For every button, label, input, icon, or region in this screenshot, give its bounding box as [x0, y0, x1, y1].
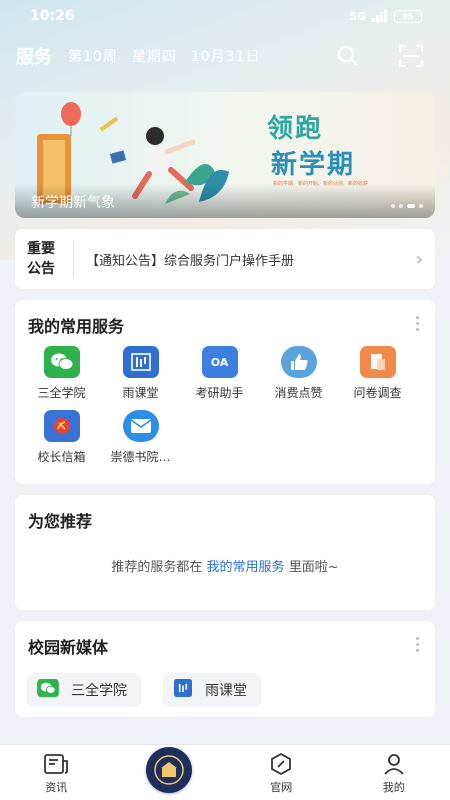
tab-label: 官网 [270, 780, 293, 794]
service-label: 三全学院 [37, 386, 86, 400]
rain-classroom-icon [173, 679, 193, 701]
banner-pagination [391, 204, 423, 208]
service-label: 校长信箱 [37, 450, 86, 464]
tab-home-emblem[interactable] [129, 746, 209, 793]
survey-icon [359, 346, 396, 378]
service-label: 问卷调查 [353, 386, 402, 400]
service-label: 雨课堂 [122, 386, 159, 400]
thumbs-up-icon [280, 346, 317, 378]
media-item-label: 三全学院 [71, 683, 127, 699]
mail-icon [122, 410, 159, 442]
wechat-icon [37, 679, 59, 701]
service-label: 消费点赞 [274, 386, 323, 400]
more-icon[interactable] [416, 316, 419, 331]
tab-label: 我的 [382, 780, 405, 794]
pagination-dot [391, 204, 395, 208]
service-item-xiaofei[interactable]: 消费点赞 [259, 346, 338, 410]
battery-level: 95 [402, 11, 414, 21]
more-icon[interactable] [416, 637, 419, 652]
search-icon[interactable] [336, 44, 360, 68]
service-label: 崇德书院… [110, 450, 171, 464]
banner-caption: 新学期新气象 [31, 195, 115, 211]
recommend-card: 为您推荐 推荐的服务都在 我的常用服务 里面啦~ [15, 495, 435, 610]
common-services-grid: 三全学院 雨课堂 OA 考研助手 消费点赞 问卷调查 校长信箱 崇德书院… [22, 346, 422, 474]
status-bar: 10:26 5G 95 [0, 0, 450, 32]
network-label: 5G [349, 9, 366, 23]
weekday-label: 星期四 [131, 49, 177, 65]
page-header: 服务 第10周 星期四 10月31日 [0, 38, 450, 74]
banner-slogan-line1: 领跑 [267, 114, 324, 144]
service-item-survey[interactable]: 问卷调查 [338, 346, 417, 410]
pagination-dot-active [407, 204, 415, 208]
week-label: 第10周 [68, 49, 118, 65]
school-emblem-icon [145, 746, 192, 793]
recommend-title: 为您推荐 [28, 512, 93, 531]
service-item-chongde[interactable]: 崇德书院… [101, 410, 180, 474]
notice-text[interactable]: 【通知公告】综合服务门户操作手册 [86, 250, 416, 269]
chevron-right-icon: › [415, 248, 423, 270]
pagination-dot [399, 204, 403, 208]
notice-bar[interactable]: 重要公告 【通知公告】综合服务门户操作手册 › [15, 229, 435, 289]
rain-classroom-icon [122, 346, 159, 378]
tab-official-site[interactable]: 官网 [241, 751, 321, 795]
service-item-rain-classroom[interactable]: 雨课堂 [101, 346, 180, 410]
media-item-sanquan[interactable]: 三全学院 [27, 673, 141, 707]
tab-profile[interactable]: 我的 [354, 751, 434, 795]
service-item-sanquan[interactable]: 三全学院 [22, 346, 101, 410]
recommend-text-before: 推荐的服务都在 [111, 560, 203, 575]
news-icon [43, 751, 69, 777]
profile-icon [382, 751, 406, 777]
service-label: 考研助手 [195, 386, 244, 400]
notice-tag: 重要公告 [27, 241, 55, 277]
bottom-tab-bar: 资讯 官网 我的 [0, 744, 450, 800]
tab-label: 资讯 [45, 780, 68, 794]
status-icons: 5G 95 [349, 9, 422, 23]
banner-slogan-line2: 新学期 [271, 150, 356, 180]
campus-media-card: 校园新媒体 三全学院 雨课堂 [15, 621, 435, 717]
campus-media-title: 校园新媒体 [28, 638, 109, 657]
battery-icon: 95 [394, 9, 422, 23]
party-emblem-icon [43, 410, 80, 442]
notice-divider [73, 240, 74, 278]
common-services-card: 我的常用服务 三全学院 雨课堂 OA 考研助手 消费点赞 问卷调查 校长信箱 崇… [15, 300, 435, 484]
recommend-text-after: 里面啦~ [288, 560, 339, 575]
wechat-icon [43, 346, 80, 378]
media-item-rain-classroom[interactable]: 雨课堂 [163, 673, 261, 707]
compass-icon [269, 751, 293, 777]
recommend-link[interactable]: 我的常用服务 [207, 560, 285, 575]
service-item-principal-mailbox[interactable]: 校长信箱 [22, 410, 101, 474]
date-label: 10月31日 [190, 49, 261, 65]
scan-icon[interactable] [398, 44, 424, 68]
signal-icon [372, 10, 387, 22]
common-services-title: 我的常用服务 [28, 317, 125, 336]
tab-news[interactable]: 资讯 [16, 751, 96, 795]
status-time: 10:26 [30, 8, 75, 24]
promo-banner[interactable]: 领跑 新学期 新的学期、新的开始、新的计划、新的收获 新学期新气象 [15, 92, 435, 218]
media-item-label: 雨课堂 [205, 683, 247, 699]
pagination-dot [419, 204, 423, 208]
oa-icon: OA [201, 346, 238, 378]
recommend-message: 推荐的服务都在 我的常用服务 里面啦~ [15, 556, 435, 575]
service-item-kaoyan[interactable]: OA 考研助手 [180, 346, 259, 410]
page-title: 服务 [16, 47, 52, 68]
